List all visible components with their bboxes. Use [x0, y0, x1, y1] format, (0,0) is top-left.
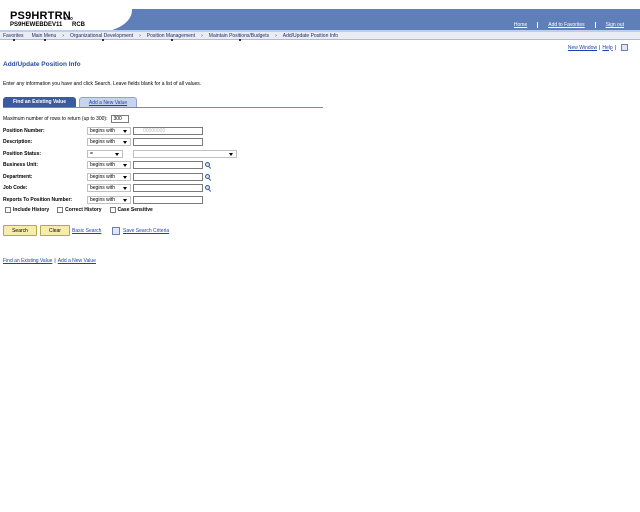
business-unit-input[interactable]	[133, 161, 203, 169]
dropdown-arrow-icon	[123, 164, 127, 167]
business-unit-lookup-icon[interactable]	[205, 161, 212, 169]
case-sensitive-checkbox[interactable]: Case Sensitive	[109, 207, 153, 213]
department-row: Department: begins with	[3, 172, 212, 182]
tab-add-new-value[interactable]: Add a New Value	[79, 97, 137, 107]
dropdown-arrow-icon	[123, 176, 127, 179]
max-rows-label: Maximum number of rows to return (up to …	[3, 116, 108, 122]
business-unit-operator[interactable]: begins with	[87, 161, 131, 169]
breadcrumb: Favorites Main Menu › Organizational Dev…	[0, 32, 640, 41]
job-code-operator[interactable]: begins with	[87, 184, 131, 192]
dropdown-indicator-icon	[238, 38, 241, 41]
job-code-lookup-icon[interactable]	[205, 184, 212, 192]
basic-search-link[interactable]: Basic Search	[72, 228, 101, 234]
breadcrumb-maintain-positions[interactable]: Maintain Positions/Budgets	[209, 33, 269, 41]
new-window-link[interactable]: New Window	[568, 45, 597, 51]
checkbox-box[interactable]	[57, 207, 64, 213]
dropdown-arrow-icon	[123, 130, 127, 133]
breadcrumb-separator: ›	[139, 32, 141, 39]
add-new-value-link[interactable]: Add a New Value	[58, 258, 96, 264]
clear-button[interactable]: Clear	[40, 225, 70, 236]
save-search-criteria-link[interactable]: Save Search Criteria	[123, 228, 169, 234]
position-status-select[interactable]	[133, 150, 237, 158]
business-unit-label: Business Unit:	[3, 162, 39, 168]
position-number-label: Position Number:	[3, 128, 45, 134]
search-options: Include History Correct History Case Sen…	[5, 207, 161, 213]
description-input[interactable]	[133, 138, 203, 146]
job-code-row: Job Code: begins with	[3, 183, 212, 193]
header-banner: PS9HRTRN 8.50 PS9HEWEBDEV11 RCB Home Add…	[0, 0, 640, 32]
sign-out-link[interactable]: Sign out	[596, 22, 634, 28]
position-status-operator[interactable]: =	[87, 150, 123, 158]
universal-nav: Home Add to Favorites Sign out	[504, 22, 634, 28]
database-name: PS9HEWEBDEV11	[10, 22, 63, 28]
search-tabs: Find an Existing Value Add a New Value	[3, 97, 323, 108]
position-status-row: Position Status: =	[3, 149, 237, 159]
save-criteria-icon[interactable]	[112, 227, 120, 235]
include-history-checkbox[interactable]: Include History	[5, 207, 49, 213]
reports-to-operator[interactable]: begins with	[87, 196, 131, 204]
reports-to-label: Reports To Position Number:	[3, 197, 73, 203]
dropdown-indicator-icon	[170, 38, 173, 41]
job-code-input[interactable]	[133, 184, 203, 192]
department-operator[interactable]: begins with	[87, 173, 131, 181]
dropdown-arrow-icon	[123, 187, 127, 190]
instructions-text: Enter any information you have and click…	[3, 81, 202, 87]
add-to-favorites-link[interactable]: Add to Favorites	[538, 22, 594, 28]
department-label: Department:	[3, 174, 33, 180]
home-link[interactable]: Home	[504, 22, 537, 28]
node-name: RCB	[72, 22, 85, 28]
find-existing-value-link[interactable]: Find an Existing Value	[3, 258, 52, 264]
breadcrumb-current-page: Add/Update Position Info	[282, 32, 339, 39]
description-label: Description:	[3, 139, 33, 145]
correct-history-checkbox[interactable]: Correct History	[57, 207, 102, 213]
max-rows-row: Maximum number of rows to return (up to …	[3, 115, 129, 123]
max-rows-input[interactable]: 300	[110, 115, 129, 123]
bottom-links: Find an Existing Value | Add a New Value	[3, 258, 96, 264]
banner-blue-band	[96, 9, 640, 32]
customize-page-icon[interactable]	[621, 44, 628, 51]
position-number-row: Position Number: begins with 00000000	[3, 126, 203, 136]
description-row: Description: begins with	[3, 137, 203, 147]
breadcrumb-position-management[interactable]: Position Management	[147, 33, 195, 41]
breadcrumb-separator: ›	[62, 32, 64, 39]
breadcrumb-separator: ›	[201, 32, 203, 39]
dropdown-indicator-icon	[43, 38, 46, 41]
help-link[interactable]: Help	[602, 45, 612, 51]
breadcrumb-org-development[interactable]: Organizational Development	[70, 33, 133, 41]
breadcrumb-favorites[interactable]: Favorites	[3, 33, 24, 41]
business-unit-row: Business Unit: begins with	[3, 160, 212, 170]
dropdown-arrow-icon	[123, 199, 127, 202]
page-toolbar: New Window | Help |	[568, 44, 628, 51]
reports-to-row: Reports To Position Number: begins with	[3, 195, 203, 205]
checkbox-box[interactable]	[109, 207, 116, 213]
department-lookup-icon[interactable]	[205, 173, 212, 181]
job-code-label: Job Code:	[3, 185, 28, 191]
position-status-label: Position Status:	[3, 151, 42, 157]
description-operator[interactable]: begins with	[87, 138, 131, 146]
search-button[interactable]: Search	[3, 225, 37, 236]
dropdown-indicator-icon	[101, 38, 104, 41]
position-number-operator[interactable]: begins with	[87, 127, 131, 135]
app-name: PS9HRTRN	[10, 10, 71, 22]
page-title: Add/Update Position Info	[3, 61, 81, 68]
position-number-input[interactable]: 00000000	[133, 127, 203, 135]
checkbox-box[interactable]	[5, 207, 11, 213]
breadcrumb-main-menu[interactable]: Main Menu	[32, 33, 56, 41]
department-input[interactable]	[133, 173, 203, 181]
dropdown-arrow-icon	[115, 153, 119, 156]
breadcrumb-separator: ›	[275, 32, 277, 39]
dropdown-indicator-icon	[13, 38, 16, 41]
dropdown-arrow-icon	[229, 153, 233, 156]
reports-to-input[interactable]	[133, 196, 203, 204]
tab-find-existing-value[interactable]: Find an Existing Value	[3, 97, 76, 107]
app-version: 8.50	[64, 16, 73, 21]
dropdown-arrow-icon	[123, 141, 127, 144]
